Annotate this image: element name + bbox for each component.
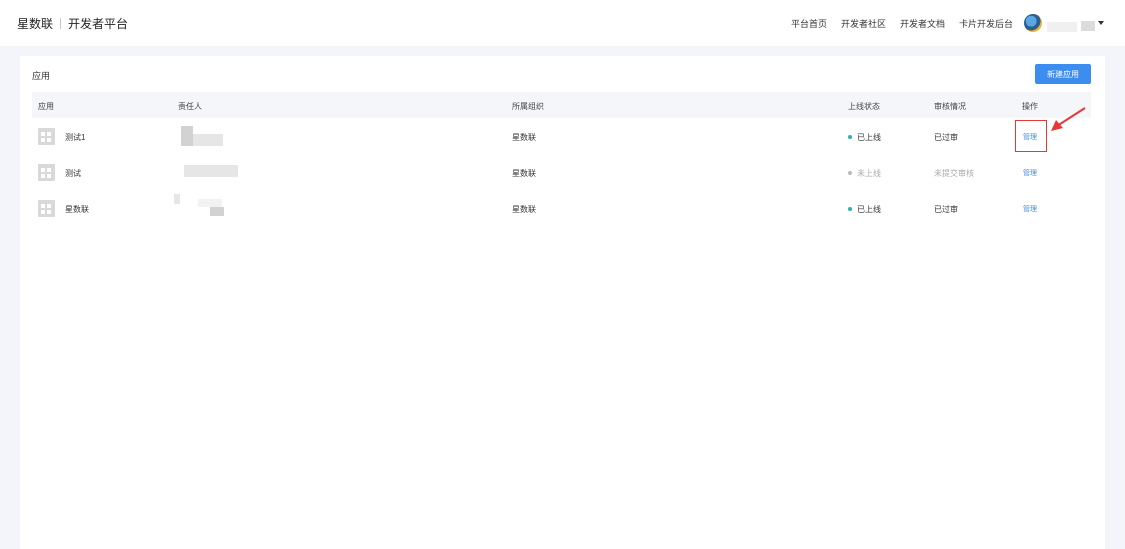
top-header: 星数联 开发者平台 平台首页 开发者社区 开发者文档 卡片开发后台 xyxy=(0,0,1125,46)
owner-redacted xyxy=(193,134,223,146)
owner-redacted xyxy=(181,126,193,146)
app-grid-icon xyxy=(38,200,55,217)
owner-redacted xyxy=(184,165,238,177)
app-name[interactable]: 测试 xyxy=(65,168,81,179)
chevron-down-icon[interactable] xyxy=(1098,21,1104,25)
app-org: 星数联 xyxy=(512,205,536,214)
brand-divider xyxy=(60,18,62,29)
online-status: 已上线 xyxy=(857,205,881,214)
nav-docs[interactable]: 开发者文档 xyxy=(900,17,945,30)
annotation-highlight-box xyxy=(1015,120,1047,152)
table-header: 应用 责任人 所属组织 上线状态 审核情况 操作 xyxy=(32,92,1091,118)
nav-card-backend[interactable]: 卡片开发后台 xyxy=(959,17,1013,30)
app-grid-icon xyxy=(38,164,55,181)
owner-redacted xyxy=(174,194,180,204)
app-org: 星数联 xyxy=(512,133,536,142)
user-avatar[interactable] xyxy=(1024,14,1042,32)
apps-card: 应用 新建应用 应用 责任人 所属组织 上线状态 审核情况 操作 测试1 星数联… xyxy=(20,56,1105,549)
top-nav: 平台首页 开发者社区 开发者文档 卡片开发后台 xyxy=(777,17,1013,30)
username-redacted-2 xyxy=(1081,21,1095,31)
manage-link[interactable]: 管理 xyxy=(1023,168,1037,178)
status-dot xyxy=(848,171,852,175)
app-org: 星数联 xyxy=(512,169,536,178)
col-action: 操作 xyxy=(1022,102,1038,111)
review-status: 已过审 xyxy=(934,133,958,142)
status-dot xyxy=(848,207,852,211)
app-name[interactable]: 星数联 xyxy=(65,204,89,215)
col-app: 应用 xyxy=(38,102,54,111)
col-org: 所属组织 xyxy=(512,102,544,111)
new-app-button[interactable]: 新建应用 xyxy=(1035,64,1091,84)
brand-name: 星数联 xyxy=(17,17,54,31)
platform-name: 开发者平台 xyxy=(68,17,129,31)
app-name[interactable]: 测试1 xyxy=(65,132,85,143)
online-status: 已上线 xyxy=(857,133,881,142)
table-row: 星数联 星数联 已上线 已过审 管理 xyxy=(32,191,1091,227)
card-title: 应用 xyxy=(32,71,51,81)
table-row: 测试 星数联 未上线 未提交审核 管理 xyxy=(32,155,1091,191)
brand[interactable]: 星数联 开发者平台 xyxy=(17,15,128,32)
col-online-status: 上线状态 xyxy=(848,102,880,111)
review-status: 已过审 xyxy=(934,205,958,214)
owner-redacted xyxy=(210,207,224,216)
username-redacted xyxy=(1047,22,1077,32)
online-status: 未上线 xyxy=(857,169,881,178)
annotation-arrow-icon xyxy=(1051,107,1086,131)
review-status: 未提交审核 xyxy=(934,169,974,178)
manage-link[interactable]: 管理 xyxy=(1023,204,1037,214)
table-row: 测试1 星数联 已上线 已过审 管理 xyxy=(32,119,1091,155)
col-owner: 责任人 xyxy=(178,102,202,111)
owner-redacted xyxy=(198,199,222,207)
app-grid-icon xyxy=(38,128,55,145)
nav-community[interactable]: 开发者社区 xyxy=(841,17,886,30)
col-review: 审核情况 xyxy=(934,102,966,111)
nav-home[interactable]: 平台首页 xyxy=(791,17,827,30)
status-dot xyxy=(848,135,852,139)
